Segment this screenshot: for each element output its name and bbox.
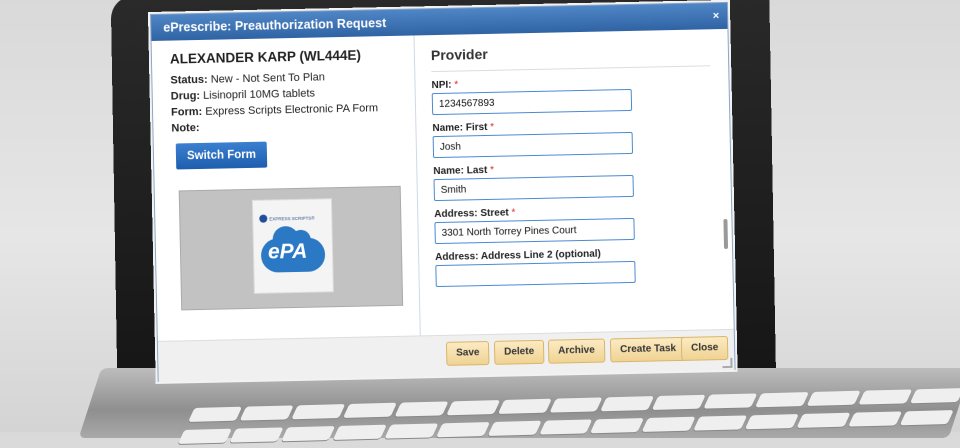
last-name-label: Name: Last * xyxy=(433,164,495,178)
archive-button[interactable]: Archive xyxy=(547,338,606,364)
patient-name: ALEXANDER KARP (WL444E) xyxy=(169,47,362,67)
required-marker: * xyxy=(489,164,495,176)
npi-input[interactable] xyxy=(431,88,633,116)
drug-label: Drug: xyxy=(170,89,201,103)
close-icon[interactable]: × xyxy=(712,3,720,29)
create-task-button[interactable]: Create Task xyxy=(609,336,687,363)
section-divider xyxy=(431,65,711,73)
first-name-input[interactable] xyxy=(432,131,634,159)
address-line2-field: Address: Address Line 2 (optional) xyxy=(435,246,733,288)
provider-title: Provider xyxy=(430,45,488,64)
required-marker: * xyxy=(490,121,495,133)
address-line2-label: Address: Address Line 2 (optional) xyxy=(435,248,602,264)
street-label: Address: Street * xyxy=(434,207,516,221)
npi-field: NPI: * xyxy=(431,74,729,116)
required-marker: * xyxy=(454,79,459,91)
scrollbar[interactable] xyxy=(723,218,729,250)
switch-form-button[interactable]: Switch Form xyxy=(175,141,268,170)
street-input[interactable] xyxy=(434,217,635,245)
resize-grip-icon[interactable] xyxy=(722,357,733,369)
brand-text: EXPRESS SCRIPTS® xyxy=(269,215,315,222)
delete-button[interactable]: Delete xyxy=(493,339,545,365)
patient-info: Status: New - Not Sent To Plan Drug: Lis… xyxy=(170,67,415,136)
dialog-title: ePrescribe: Preauthorization Request xyxy=(163,16,387,35)
preauthorization-dialog: ePrescribe: Preauthorization Request × A… xyxy=(150,1,736,382)
form-value: Express Scripts Electronic PA Form xyxy=(205,102,379,118)
express-scripts-icon xyxy=(259,214,268,223)
required-marker: * xyxy=(511,207,516,219)
last-name-field: Name: Last * xyxy=(433,160,731,202)
form-label: Form: xyxy=(170,105,203,119)
first-name-field: Name: First * xyxy=(432,117,730,159)
npi-label: NPI: * xyxy=(431,79,459,92)
express-scripts-logo: EXPRESS SCRIPTS® xyxy=(259,214,315,223)
status-value: New - Not Sent To Plan xyxy=(210,71,325,86)
last-name-input[interactable] xyxy=(433,174,634,202)
note-label: Note: xyxy=(171,121,200,135)
epa-logo-card: EXPRESS SCRIPTS® ePA xyxy=(251,198,334,294)
save-button[interactable]: Save xyxy=(445,340,490,366)
provider-panel: Provider NPI: * Name: First * Name: Last… xyxy=(415,29,734,335)
form-preview[interactable]: EXPRESS SCRIPTS® ePA xyxy=(178,185,404,311)
laptop-screen: ePrescribe: Preauthorization Request × A… xyxy=(150,1,736,386)
status-label: Status: xyxy=(170,73,208,87)
address-line2-input[interactable] xyxy=(435,260,636,288)
first-name-label: Name: First * xyxy=(432,121,495,135)
drug-value: Lisinopril 10MG tablets xyxy=(202,87,316,102)
patient-panel: ALEXANDER KARP (WL444E) Status: New - No… xyxy=(152,35,420,340)
street-field: Address: Street * xyxy=(434,203,732,245)
epa-logo-text: ePA xyxy=(267,239,308,264)
